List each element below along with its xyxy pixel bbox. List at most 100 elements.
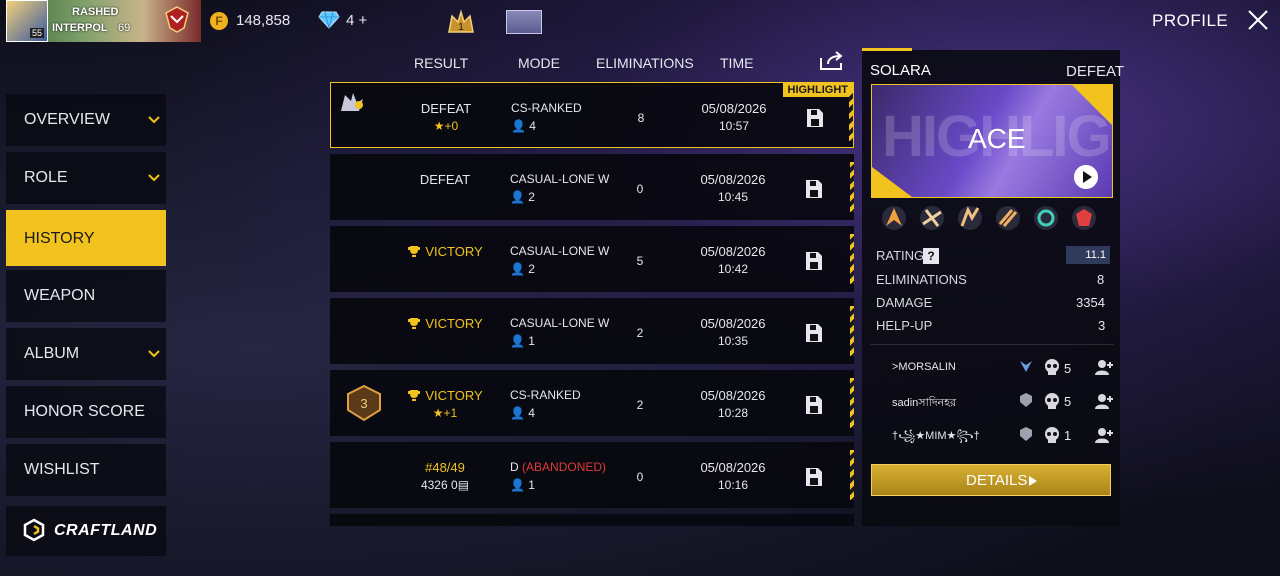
add-friend-icon[interactable]: [1094, 392, 1114, 410]
skill-icon[interactable]: [1032, 204, 1060, 232]
table-row[interactable]: DEFEAT ★+0 CS-RANKED 👤 4 8 05/08/2026 10…: [330, 82, 854, 148]
craftland-label: CRAFTLAND: [54, 522, 158, 539]
table-row[interactable]: 3 VICTORY ★+1 CS-RANKED 👤 4 2 05/08/2026…: [330, 370, 854, 436]
menu-item-wishlist[interactable]: WISHLIST: [6, 444, 166, 496]
close-icon[interactable]: [1246, 8, 1270, 32]
crown-value: 1: [458, 22, 464, 33]
gold-coin-icon: F: [210, 12, 228, 30]
row-sub: ★+1: [432, 406, 458, 420]
helpup-label: HELP-UP: [876, 318, 933, 333]
rating-value: 11.1: [1066, 246, 1110, 264]
skull-icon: [1045, 427, 1059, 443]
menu-label: ROLE: [24, 169, 68, 186]
skill-icon[interactable]: [880, 204, 908, 232]
card-corner: [872, 167, 912, 197]
row-date: 05/08/2026: [700, 316, 766, 331]
row-eliminations: 2: [636, 398, 644, 412]
skill-icon[interactable]: [918, 204, 946, 232]
teammate-name: †꧁★MIM★꧂†: [892, 430, 980, 442]
row-time: 10:57: [718, 119, 750, 133]
save-replay-icon[interactable]: [804, 178, 824, 200]
skill-icon[interactable]: [1070, 204, 1098, 232]
panel-accent: [862, 48, 912, 51]
highlight-tag: HIGHLIGHT: [782, 83, 853, 97]
add-friend-icon[interactable]: [1094, 426, 1114, 444]
player-name: RASHED: [72, 6, 119, 18]
row-squad: 👤 2: [510, 262, 535, 276]
row-time: 10:35: [717, 334, 749, 348]
row-edge: [850, 234, 854, 284]
save-replay-icon[interactable]: [804, 466, 824, 488]
teammate-kills: 1: [1064, 428, 1072, 443]
player-level: 69: [118, 22, 131, 34]
save-replay-icon[interactable]: [804, 394, 824, 416]
highlight-card[interactable]: HIGHLIGHT ACE: [871, 84, 1113, 198]
chevron-down-icon: [148, 174, 160, 182]
skill-icon[interactable]: [994, 204, 1022, 232]
rank-level-value: 3: [360, 396, 367, 411]
row-mode: CS-RANKED: [511, 101, 582, 115]
table-row[interactable]: VICTORY CASUAL-LONE W 👤 1 2 05/08/2026 1…: [330, 298, 854, 364]
menu-item-history[interactable]: HISTORY: [6, 210, 166, 266]
row-mode: CASUAL-LONE W: [510, 316, 610, 330]
save-replay-icon[interactable]: [804, 250, 824, 272]
table-row[interactable]: VICTORY CASUAL-LONE W 👤 2 5 05/08/2026 1…: [330, 226, 854, 292]
row-result: VICTORY: [390, 244, 500, 259]
play-icon[interactable]: [1074, 165, 1098, 189]
skill-icon[interactable]: [956, 204, 984, 232]
row-mode: CASUAL-LONE W: [510, 244, 610, 258]
row-date: 05/08/2026: [700, 388, 766, 403]
row-mode: CS-RANKED: [510, 388, 581, 402]
add-friend-icon[interactable]: [1094, 358, 1114, 376]
chevron-down-icon: [148, 116, 160, 124]
damage-label: DAMAGE: [876, 295, 933, 310]
skull-icon: [1045, 359, 1059, 375]
menu-label: WEAPON: [24, 287, 96, 304]
gold-amount: 148,858: [236, 12, 291, 29]
row-eliminations: 2: [636, 326, 644, 340]
save-replay-icon[interactable]: [805, 107, 825, 129]
highlight-title: ACE: [968, 123, 1026, 154]
lone-wolf-icon: [341, 93, 363, 111]
row-squad: 👤 2: [510, 190, 535, 204]
avatar-level: 55: [30, 28, 45, 38]
save-replay-icon[interactable]: [804, 322, 824, 344]
rating-label: RATING: [876, 248, 925, 263]
menu-item-overview[interactable]: OVERVIEW: [6, 94, 166, 146]
teammate-kills: 5: [1064, 394, 1072, 409]
row-edge: [850, 450, 854, 500]
helpup-value: 3: [1098, 318, 1106, 333]
row-squad: 👤 1: [510, 334, 535, 348]
menu-label: ALBUM: [24, 345, 80, 362]
row-edge: [849, 91, 853, 141]
row-squad: 👤 4: [510, 406, 535, 420]
row-eliminations: 0: [636, 182, 644, 196]
menu-label: OVERVIEW: [24, 111, 110, 128]
eliminations-label: ELIMINATIONS: [876, 272, 967, 287]
details-label: DETAILS: [966, 472, 1028, 489]
player-guild: INTERPOL: [52, 22, 108, 34]
craftland-icon: [23, 518, 45, 542]
menu-item-honor-score[interactable]: HONOR SCORE: [6, 386, 166, 438]
row-time: 10:28: [717, 406, 749, 420]
menu-item-album[interactable]: ALBUM: [6, 328, 166, 380]
crown-icon[interactable]: 1: [446, 8, 476, 36]
pass-icon[interactable]: [506, 10, 542, 34]
menu-item-role[interactable]: ROLE: [6, 152, 166, 204]
row-sub: ★+0: [433, 119, 459, 133]
row-mode-status: (ABANDONED): [522, 460, 607, 474]
diamond-amount[interactable]: 4 +: [346, 12, 367, 29]
share-icon[interactable]: [818, 50, 846, 72]
teammate-name: >MORSALIN: [892, 361, 956, 373]
damage-value: 3354: [1076, 295, 1105, 310]
craftland-button[interactable]: CRAFTLAND: [6, 506, 166, 556]
row-sub: 4326 0▤: [420, 478, 470, 492]
row-eliminations: 8: [637, 111, 645, 125]
menu-item-weapon[interactable]: WEAPON: [6, 270, 166, 322]
help-icon[interactable]: ?: [923, 248, 939, 264]
row-squad: 👤 1: [510, 478, 535, 492]
details-button[interactable]: DETAILS: [871, 464, 1111, 496]
header-time: TIME: [720, 55, 754, 71]
table-row[interactable]: #48/49 4326 0▤ D (ABANDONED) 👤 1 0 05/08…: [330, 442, 854, 508]
table-row[interactable]: DEFEAT CASUAL-LONE W 👤 2 0 05/08/2026 10…: [330, 154, 854, 220]
